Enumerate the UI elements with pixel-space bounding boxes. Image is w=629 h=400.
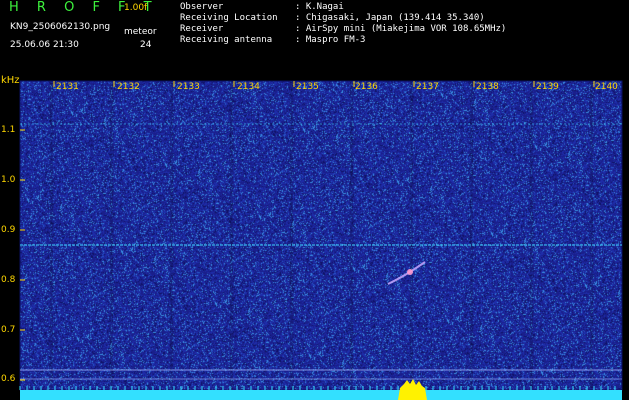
y-tick-label: 1.1 <box>1 125 16 135</box>
x-tick-label: 2133 <box>177 82 200 92</box>
x-tick-label: 2140 <box>595 82 618 92</box>
x-tick-label: 2134 <box>237 82 260 92</box>
meteor-burst <box>398 379 427 400</box>
y-tick-label: 0.6 <box>1 374 16 384</box>
y-tick-label: 0.8 <box>1 275 16 285</box>
x-tick-label: 2138 <box>476 82 499 92</box>
x-tick-label: 2132 <box>117 82 140 92</box>
x-tick-label: 2136 <box>355 82 378 92</box>
x-tick-label: 2137 <box>416 82 439 92</box>
baseline-band <box>20 390 622 400</box>
y-tick-label: 0.7 <box>1 325 16 335</box>
y-axis-unit: kHz <box>1 75 20 86</box>
y-tick-label: 0.9 <box>1 225 16 235</box>
plot-frame <box>19 80 623 391</box>
x-tick-label: 2135 <box>296 82 319 92</box>
x-tick-label: 2131 <box>56 82 79 92</box>
y-tick-label: 1.0 <box>1 175 16 185</box>
meteor-trace <box>387 261 426 285</box>
plot-overlay <box>19 80 623 400</box>
meteor-head <box>407 269 413 275</box>
x-tick-label: 2139 <box>536 82 559 92</box>
